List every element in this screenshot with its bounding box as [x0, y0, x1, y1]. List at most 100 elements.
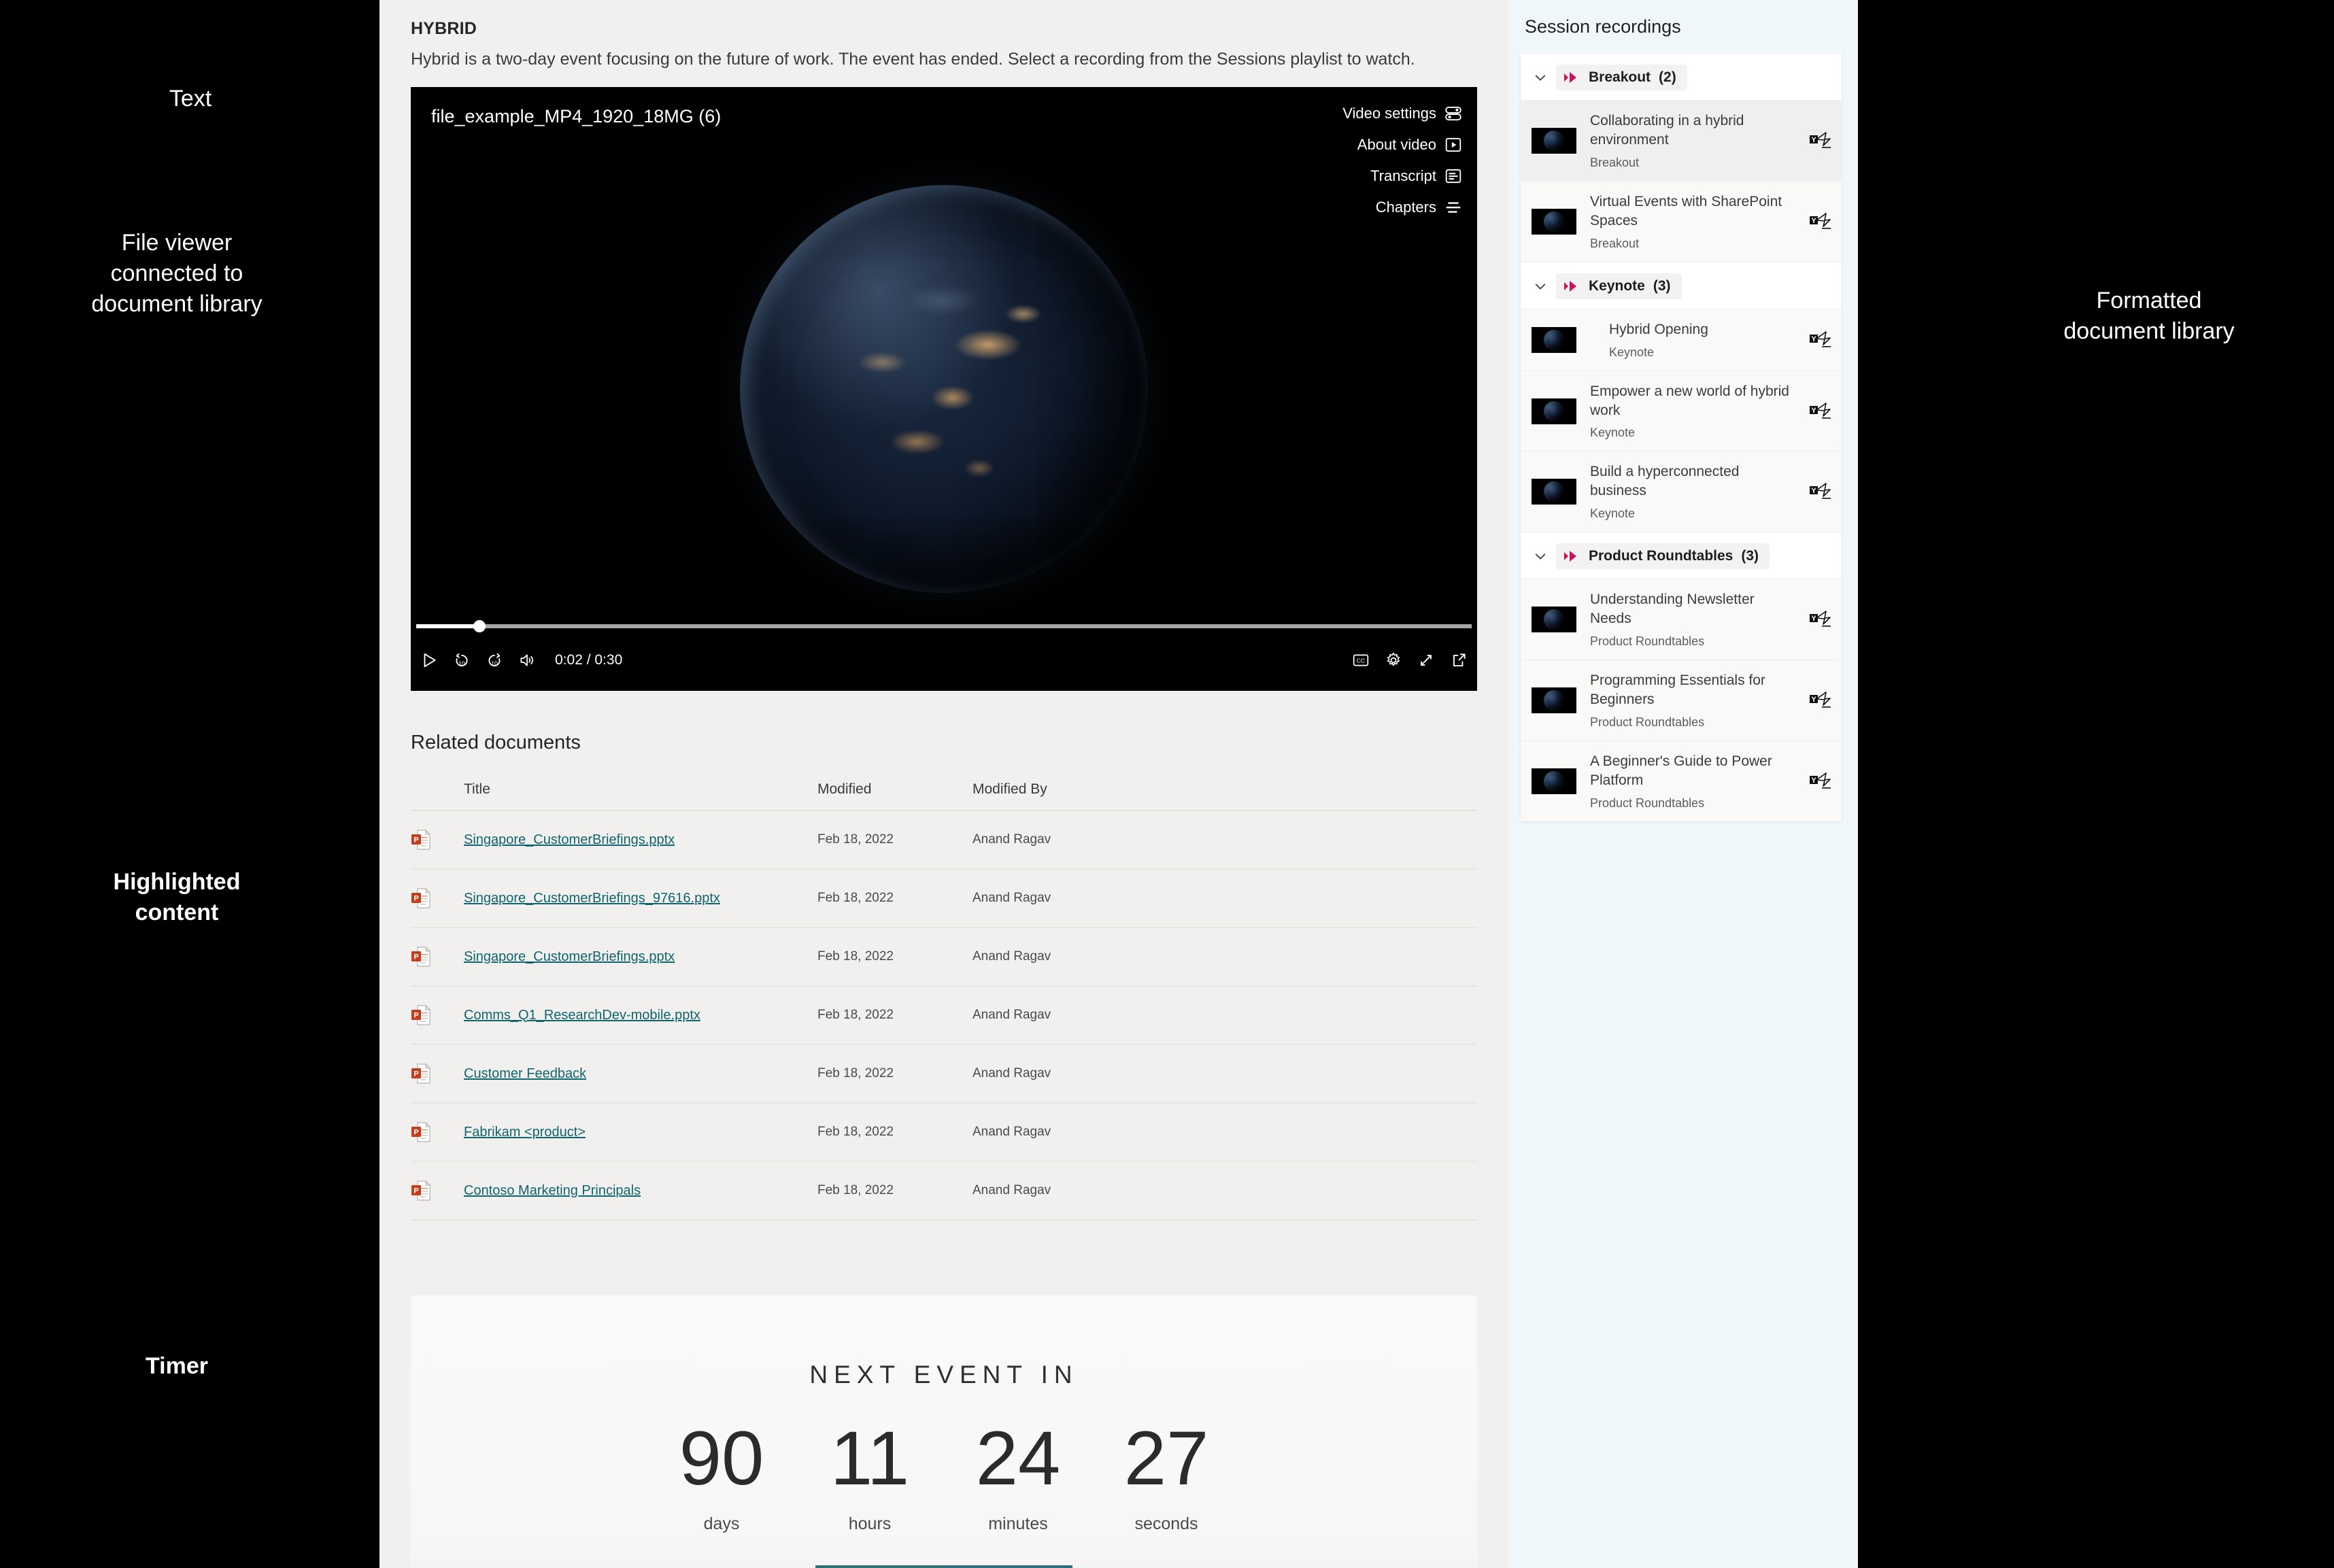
earth-thumbnail-image: [1544, 211, 1564, 232]
video-progress-knob[interactable]: [473, 620, 486, 632]
document-link[interactable]: Customer Feedback: [464, 1066, 586, 1081]
session-thumbnail: [1532, 687, 1576, 714]
table-header-row: Title Modified Modified By: [411, 781, 1477, 811]
video-settings-button[interactable]: Video settings: [1342, 105, 1462, 122]
document-modified-by: Anand Ragav: [972, 1008, 1051, 1022]
countdown-unit-seconds: 27 seconds: [1115, 1420, 1217, 1534]
forward-10-icon[interactable]: 10: [486, 651, 503, 669]
play-icon[interactable]: [420, 651, 438, 669]
chevron-down-icon[interactable]: [1533, 70, 1548, 85]
session-item[interactable]: Hybrid Opening Keynote Y: [1521, 308, 1842, 371]
table-row[interactable]: P Comms_Q1_ResearchDev-mobile.pptx Feb 1…: [411, 986, 1477, 1045]
session-name: Hybrid Opening: [1609, 321, 1708, 337]
session-item[interactable]: Programming Essentials for Beginners Pro…: [1521, 660, 1842, 740]
annotation-leader-file-viewer: [326, 243, 382, 254]
volume-icon[interactable]: [518, 651, 536, 669]
settings-gear-icon[interactable]: [1385, 651, 1402, 669]
rewind-10-icon[interactable]: 10: [453, 651, 471, 669]
document-link[interactable]: Comms_Q1_ResearchDev-mobile.pptx: [464, 1008, 700, 1023]
yammer-icon[interactable]: Y: [1809, 481, 1832, 502]
table-row[interactable]: P Singapore_CustomerBriefings.pptx Feb 1…: [411, 927, 1477, 987]
session-body: Understanding Newsletter Needs Product R…: [1586, 590, 1799, 649]
session-kind: Keynote: [1609, 345, 1655, 359]
powerpoint-file-icon: P: [411, 1004, 431, 1025]
session-body: Hybrid Opening Keynote: [1586, 320, 1799, 360]
table-row[interactable]: P Fabrikam <product> Feb 18, 2022 Anand …: [411, 1103, 1477, 1162]
session-item[interactable]: Empower a new world of hybrid work Keyno…: [1521, 370, 1842, 451]
about-video-button[interactable]: About video: [1357, 136, 1462, 154]
session-item[interactable]: Build a hyperconnected business Keynote …: [1521, 451, 1842, 532]
svg-text:Y: Y: [1811, 217, 1816, 225]
column-header-title[interactable]: Title: [464, 781, 817, 811]
document-link[interactable]: Singapore_CustomerBriefings_97616.pptx: [464, 891, 720, 906]
annotation-formatted-library-label: Formatted document library: [2063, 287, 2235, 344]
svg-text:Y: Y: [1811, 696, 1816, 704]
session-item[interactable]: Understanding Newsletter Needs Product R…: [1521, 579, 1842, 660]
chapters-icon: [1446, 202, 1461, 213]
annotation-text: Text: [41, 53, 340, 114]
chevron-down-icon[interactable]: [1533, 279, 1548, 294]
video-scrubber[interactable]: [416, 620, 1472, 632]
earth-thumbnail-image: [1544, 481, 1564, 502]
yammer-icon[interactable]: Y: [1809, 131, 1832, 151]
table-row[interactable]: P Contoso Marketing Principals Feb 18, 2…: [411, 1161, 1477, 1221]
document-link[interactable]: Singapore_CustomerBriefings.pptx: [464, 832, 675, 847]
document-modified-by: Anand Ragav: [972, 891, 1051, 905]
session-recordings-title: Session recordings: [1525, 16, 1681, 37]
table-row[interactable]: P Customer Feedback Feb 18, 2022 Anand R…: [411, 1044, 1477, 1104]
fullscreen-icon[interactable]: [1417, 651, 1435, 669]
session-body: Build a hyperconnected business Keynote: [1586, 462, 1799, 521]
earth-thumbnail-image: [1544, 690, 1564, 711]
session-item[interactable]: A Beginner's Guide to Power Platform Pro…: [1521, 740, 1842, 821]
about-video-icon: [1445, 137, 1461, 152]
session-group-keynote[interactable]: Keynote (3): [1521, 261, 1842, 309]
session-kind: Keynote: [1590, 507, 1636, 521]
column-header-modified-by[interactable]: Modified By: [972, 781, 1477, 811]
svg-text:P: P: [413, 1070, 418, 1078]
document-modified: Feb 18, 2022: [817, 1008, 894, 1022]
chevron-down-icon[interactable]: [1533, 549, 1548, 564]
video-controls[interactable]: 10 10 0:02 / 0:30 CC: [411, 620, 1477, 691]
video-controls-right: CC: [1352, 651, 1468, 669]
document-link[interactable]: Fabrikam <product>: [464, 1125, 586, 1140]
svg-text:P: P: [413, 836, 418, 845]
transcript-button[interactable]: Transcript: [1370, 167, 1462, 185]
popout-icon[interactable]: [1450, 651, 1468, 669]
column-header-modified[interactable]: Modified: [817, 781, 972, 811]
reserve-your-spot-button[interactable]: RESERVE YOUR SPOT: [815, 1565, 1072, 1568]
session-group-label: Product Roundtables: [1589, 548, 1733, 564]
closed-captions-icon[interactable]: CC: [1352, 651, 1370, 669]
document-link[interactable]: Singapore_CustomerBriefings.pptx: [464, 949, 675, 964]
document-modified: Feb 18, 2022: [817, 832, 894, 847]
session-name: Empower a new world of hybrid work: [1590, 383, 1789, 418]
yammer-icon[interactable]: Y: [1809, 211, 1832, 232]
video-time-display: 0:02 / 0:30: [555, 652, 623, 668]
table-row[interactable]: P Singapore_CustomerBriefings.pptx Feb 1…: [411, 811, 1477, 870]
yammer-icon[interactable]: Y: [1809, 609, 1832, 630]
document-modified: Feb 18, 2022: [817, 1183, 894, 1197]
document-modified: Feb 18, 2022: [817, 1066, 894, 1080]
earth-thumbnail-image: [1544, 329, 1564, 350]
countdown-days-label: days: [703, 1514, 740, 1533]
session-group-breakout[interactable]: Breakout (2): [1521, 54, 1842, 100]
video-player[interactable]: file_example_MP4_1920_18MG (6) Video set…: [411, 87, 1477, 691]
session-item[interactable]: Virtual Events with SharePoint Spaces Br…: [1521, 180, 1842, 262]
chapters-button[interactable]: Chapters: [1376, 199, 1462, 216]
table-row[interactable]: P Singapore_CustomerBriefings_97616.pptx…: [411, 869, 1477, 928]
session-group-product-roundtables[interactable]: Product Roundtables (3): [1521, 532, 1842, 579]
yammer-icon[interactable]: Y: [1809, 690, 1832, 711]
video-control-row: 10 10 0:02 / 0:30 CC: [420, 651, 1468, 669]
session-name: Programming Essentials for Beginners: [1590, 672, 1765, 708]
session-item[interactable]: Collaborating in a hybrid environment Br…: [1521, 100, 1842, 181]
annotation-timer: Timer: [27, 1320, 326, 1382]
row-file-icon-cell: P: [411, 869, 464, 928]
chapters-label: Chapters: [1375, 199, 1436, 216]
yammer-icon[interactable]: Y: [1809, 401, 1832, 422]
svg-text:P: P: [413, 1187, 418, 1195]
yammer-icon[interactable]: Y: [1809, 330, 1832, 350]
session-body: Virtual Events with SharePoint Spaces Br…: [1586, 192, 1799, 251]
session-name: Understanding Newsletter Needs: [1590, 592, 1755, 627]
document-link[interactable]: Contoso Marketing Principals: [464, 1183, 641, 1198]
yammer-icon[interactable]: Y: [1809, 771, 1832, 791]
powerpoint-file-icon: P: [411, 1121, 431, 1142]
